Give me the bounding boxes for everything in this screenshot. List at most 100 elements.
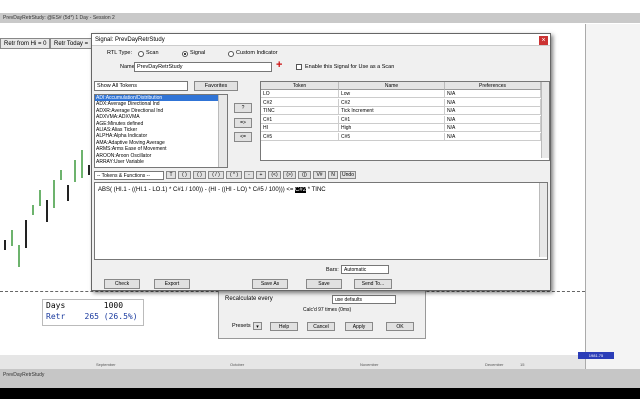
month-label: September: [96, 362, 116, 367]
add-icon[interactable]: +: [276, 59, 282, 71]
close-icon[interactable]: ×: [539, 36, 548, 45]
token-function-button[interactable]: T: [166, 171, 176, 179]
token-function-button[interactable]: ( ): [178, 171, 191, 179]
table-cell[interactable]: N/A: [445, 124, 541, 132]
radio-scan[interactable]: [138, 51, 144, 57]
radio-scan-label: Scan: [146, 50, 159, 56]
candlestick: [32, 205, 34, 215]
month-label: December: [485, 362, 504, 367]
candlestick: [53, 180, 55, 208]
recalculate-label: Recalculate every: [225, 296, 273, 302]
formula-selection: C#2: [295, 187, 307, 193]
tab-retr-from-hi[interactable]: Retr from Hi = 0: [0, 38, 50, 49]
month-label: October: [230, 362, 245, 367]
apply-button[interactable]: Apply: [345, 322, 373, 331]
price-tag: 1981.75: [578, 352, 614, 359]
enable-scan-label: Enable this Signal for Use as a Scan: [305, 64, 395, 70]
info-box: Days 1000 Retr 265 (26.5%): [42, 299, 144, 326]
bars-label: Bars:: [326, 267, 339, 273]
help-token-button[interactable]: ?: [234, 103, 252, 113]
check-button[interactable]: Check: [104, 279, 140, 289]
rtl-type-label: RTL Type:: [107, 50, 132, 56]
radio-signal[interactable]: [182, 51, 188, 57]
table-cell[interactable]: HI: [261, 124, 339, 132]
formula-scrollbar[interactable]: [539, 183, 547, 257]
save-as-button[interactable]: Save As: [252, 279, 288, 289]
table-cell[interactable]: N/A: [445, 132, 541, 141]
column-header-name[interactable]: Name: [339, 82, 445, 90]
month-label: November: [360, 362, 379, 367]
candlestick: [88, 165, 90, 175]
table-scrollbar[interactable]: [541, 82, 549, 158]
tokens-functions-select[interactable]: -- Tokens & Functions --: [94, 171, 164, 180]
candlestick: [18, 245, 20, 267]
name-input[interactable]: PrevDayRetrStudy: [134, 62, 272, 72]
table-cell[interactable]: Low: [339, 90, 445, 98]
radio-custom-indicator-label: Custom Indicator: [236, 50, 278, 56]
bars-select[interactable]: Automatic: [341, 265, 389, 274]
signal-dialog: Signal: PrevDayRetrStudy × RTL Type: Sca…: [91, 33, 551, 291]
token-function-button[interactable]: -: [244, 171, 254, 179]
formula-editor[interactable]: ABS( (HI.1 - ((HI.1 - LO.1) * C#1 / 100)…: [94, 182, 548, 260]
table-cell[interactable]: C#1: [261, 115, 339, 124]
token-function-button[interactable]: (|): [298, 171, 311, 179]
radio-custom-indicator[interactable]: [228, 51, 234, 57]
table-cell[interactable]: C#1: [339, 115, 445, 124]
table-cell[interactable]: LO: [261, 90, 339, 98]
send-to-button[interactable]: Send To...: [354, 279, 392, 289]
table-cell[interactable]: Tick Increment: [339, 107, 445, 115]
price-axis: [585, 24, 640, 369]
presets-dropdown[interactable]: ▾: [253, 322, 262, 330]
remove-token-button[interactable]: <=: [234, 132, 252, 142]
table-cell[interactable]: C#2: [261, 98, 339, 107]
token-function-button[interactable]: +: [256, 171, 266, 179]
token-function-button[interactable]: V#: [313, 171, 326, 179]
enable-scan-checkbox[interactable]: [296, 64, 302, 70]
year-label: 15: [520, 362, 525, 367]
table-cell[interactable]: High: [339, 124, 445, 132]
list-item[interactable]: ARRAY:User Variable: [95, 159, 227, 165]
token-table[interactable]: Token Name Preferences LO Low N/A C#2 C#2 N/A…: [260, 81, 550, 161]
ok-button[interactable]: OK: [386, 322, 414, 331]
show-tokens-select[interactable]: Show All Tokens: [94, 81, 188, 91]
column-header-preferences[interactable]: Preferences: [445, 82, 541, 90]
radio-signal-label: Signal: [190, 50, 206, 56]
candlestick: [60, 170, 62, 180]
candlestick: [74, 160, 76, 182]
table-cell[interactable]: N/A: [445, 107, 541, 115]
save-button[interactable]: Save: [306, 279, 342, 289]
add-token-button[interactable]: =>: [234, 118, 252, 128]
bottom-tab[interactable]: PrevDayRetrStudy: [3, 372, 44, 378]
table-cell[interactable]: C#5: [261, 132, 339, 141]
table-cell[interactable]: C#2: [339, 98, 445, 107]
table-cell[interactable]: N/A: [445, 90, 541, 98]
candlestick: [81, 150, 83, 178]
bottom-tab-bar: PrevDayRetrStudy: [0, 369, 640, 388]
table-cell[interactable]: TINC: [261, 107, 339, 115]
presets-label: Presets: [232, 323, 251, 329]
token-function-button[interactable]: ( ): [193, 171, 206, 179]
token-function-button[interactable]: ( * ): [226, 171, 242, 179]
table-cell[interactable]: N/A: [445, 115, 541, 124]
table-cell[interactable]: C#5: [339, 132, 445, 141]
candlestick: [39, 190, 41, 206]
help-button[interactable]: Help: [270, 322, 298, 331]
token-function-button[interactable]: (>): [283, 171, 296, 179]
table-cell[interactable]: N/A: [445, 98, 541, 107]
token-list-scrollbar[interactable]: [218, 95, 227, 167]
token-list[interactable]: ADI:Accumulation/Distribution ADX:Averag…: [94, 94, 228, 168]
time-axis: September October November December 15: [0, 355, 585, 369]
token-function-button[interactable]: N: [328, 171, 338, 179]
days-value: 1000: [103, 301, 124, 310]
export-button[interactable]: Export: [154, 279, 190, 289]
recalculate-select[interactable]: use defaults: [332, 295, 396, 304]
cancel-button[interactable]: Cancel: [307, 322, 335, 331]
favorites-button[interactable]: Favorites: [194, 81, 238, 91]
candlestick: [46, 200, 48, 222]
token-function-button[interactable]: ( / ): [208, 171, 224, 179]
tab-retr-today[interactable]: Retr Today =: [50, 38, 94, 49]
column-header-token[interactable]: Token: [261, 82, 339, 90]
token-function-button[interactable]: Undo: [340, 171, 356, 179]
candlestick: [4, 240, 6, 250]
token-function-button[interactable]: (<): [268, 171, 281, 179]
